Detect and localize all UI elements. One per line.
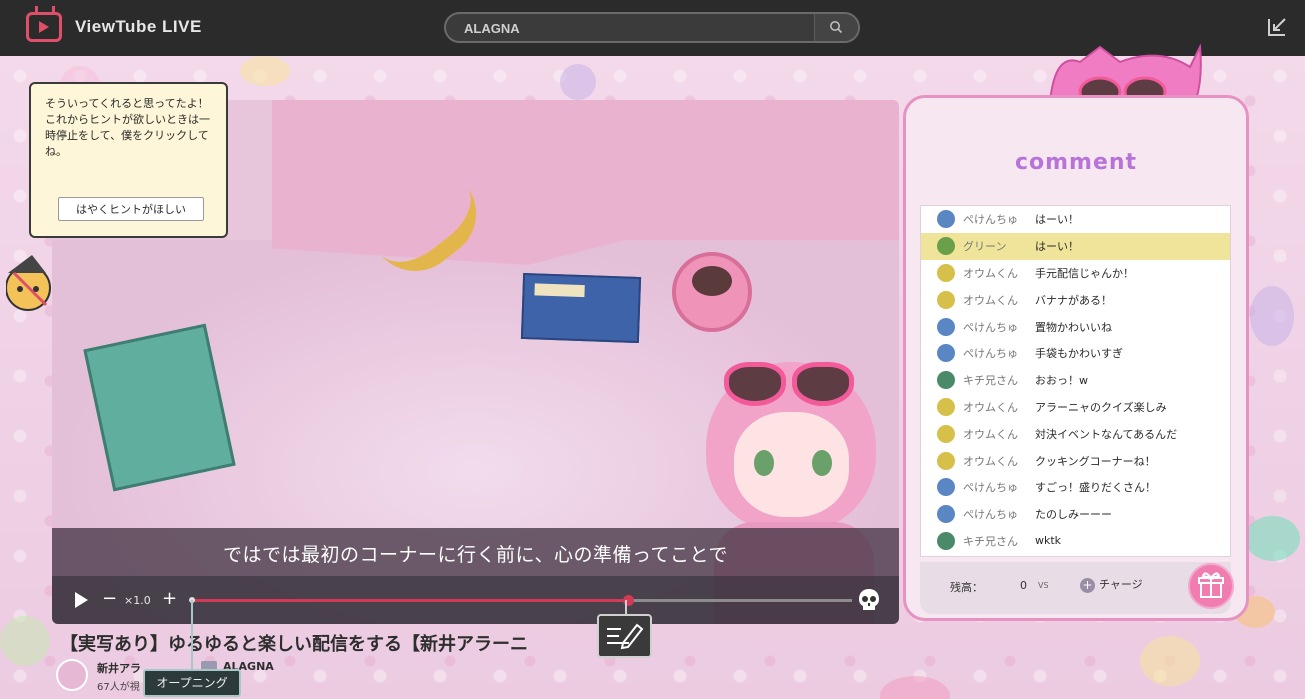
comment-user: ぺけんちゅ (963, 213, 1018, 227)
avatar[interactable] (56, 659, 88, 691)
video-title: 【実写あり】ゆるゆると楽しい配信をする【新井アラーニ (60, 634, 528, 655)
comment-row[interactable]: キチ兄さん おおっ！w (921, 367, 1230, 394)
avatar (937, 237, 955, 256)
comment-user: キチ兄さん (963, 534, 1018, 548)
playback-speed: ×1.0 (124, 594, 151, 607)
charge-label: チャージ (1099, 578, 1143, 591)
comment-row[interactable]: オウムくん アラーニャのクイズ楽しみ (921, 394, 1230, 421)
comment-header: comment (1014, 150, 1138, 175)
comment-text: おおっ！w (1035, 374, 1088, 388)
channel-name[interactable]: 新井アラ (97, 660, 147, 676)
comment-row[interactable]: ぺけんちゅ 手袋もかわいすぎ (921, 340, 1230, 367)
avatar (937, 531, 955, 550)
balance-value: 0 (1020, 579, 1027, 592)
comment-user: ぺけんちゅ (963, 508, 1018, 522)
comment-text: 置物かわいいね (1035, 320, 1112, 334)
avatar (937, 317, 955, 336)
avatar (937, 424, 955, 443)
comment-row[interactable]: オウムくん バナナがある！ (921, 286, 1230, 313)
subtitle-text: ではでは最初のコーナーに行く前に、心の準備ってことで (223, 544, 728, 566)
comment-text: バナナがある！ (1035, 293, 1112, 307)
comment-user: ぺけんちゅ (963, 347, 1018, 361)
comment-user: オウムくん (963, 454, 1018, 468)
hint-request-button[interactable]: はやくヒントがほしい (58, 197, 204, 221)
comment-text: たのしみーーー (1035, 508, 1112, 522)
wallet-bar: 残高： 0 VS + チャージ (920, 562, 1231, 614)
comment-row[interactable]: グリーン はーい！ (921, 232, 1230, 260)
comment-row[interactable]: オウムくん クッキングコーナーね！ (921, 447, 1230, 474)
comment-text: 対決イベントなんてあるんだ (1035, 427, 1178, 441)
tv-logo-icon[interactable] (26, 12, 62, 42)
scene-table (272, 100, 899, 265)
scene-cup (672, 252, 752, 332)
comment-row[interactable]: オウムくん 手元配信じゃんか！ (921, 260, 1230, 287)
plus-circle-icon: + (1080, 577, 1095, 593)
charge-button[interactable]: + チャージ (1080, 576, 1143, 593)
avatar (937, 505, 955, 524)
memo-pointer-line (625, 600, 627, 614)
chapter-tooltip: オープニング (143, 669, 241, 697)
comment-text: はーい！ (1035, 213, 1079, 227)
comment-text: wktk (1035, 534, 1062, 548)
comment-row[interactable]: ぺけんちゅ はーい！ (921, 206, 1230, 233)
avatar (937, 290, 955, 309)
comment-text: 手袋もかわいすぎ (1035, 347, 1123, 361)
comment-row[interactable]: キチ兄さん wktk (921, 528, 1230, 555)
comment-panel: comment ぺけんちゅ はーい！ グリーン はーい！ オウムくん 手元配信じゃんか！オ… (903, 95, 1249, 621)
avatar (937, 451, 955, 470)
chapter-pointer-line (191, 600, 193, 669)
skull-icon[interactable] (858, 588, 880, 612)
comment-user: グリーン (963, 240, 1007, 254)
comment-user: ぺけんちゅ (963, 320, 1018, 334)
comment-text: 手元配信じゃんか！ (1035, 266, 1134, 280)
comment-text: クッキングコーナーね！ (1035, 454, 1156, 468)
avatar (937, 371, 955, 390)
comment-text: はーい！ (1035, 240, 1079, 254)
memo-pen-icon (607, 623, 644, 650)
comment-text: アラーニャのクイズ楽しみ (1035, 400, 1167, 414)
avatar (937, 344, 955, 363)
memo-button[interactable] (597, 614, 652, 658)
player-controls: − ×1.0 + (52, 576, 899, 624)
avatar (937, 263, 955, 282)
comment-user: キチ兄さん (963, 374, 1018, 388)
comment-row[interactable]: ぺけんちゅ すごっ！盛りだくさん！ (921, 474, 1230, 501)
search-input[interactable] (464, 19, 804, 37)
exit-icon[interactable] (1266, 16, 1288, 38)
avatar (937, 478, 955, 497)
search-box (444, 12, 860, 43)
hint-mascot[interactable] (6, 243, 58, 333)
comment-user: オウムくん (963, 400, 1018, 414)
speed-down-button[interactable]: − (102, 588, 117, 609)
hint-popup: そういってくれると思ってたよ！ これからヒントが欲しいときは一時停止をして、僕を… (29, 82, 228, 238)
comment-user: ぺけんちゅ (963, 481, 1018, 495)
search-button[interactable] (814, 14, 858, 41)
comment-row[interactable]: オウムくん 対決イベントなんてあるんだ (921, 420, 1230, 447)
comment-user: オウムくん (963, 293, 1018, 307)
play-icon[interactable] (71, 590, 91, 610)
comment-user: オウムくん (963, 266, 1018, 280)
subtitle-bar: ではでは最初のコーナーに行く前に、心の準備ってことで (52, 528, 899, 576)
comment-list[interactable]: ぺけんちゅ はーい！ グリーン はーい！ オウムくん 手元配信じゃんか！ オウムくん バナナが… (920, 205, 1231, 557)
comment-text: すごっ！盛りだくさん！ (1035, 481, 1156, 495)
balance-label: 残高： (950, 581, 983, 594)
comment-row[interactable]: ぺけんちゅ たのしみーーー (921, 501, 1230, 528)
comment-row[interactable]: ぺけんちゅ 置物かわいいね (921, 313, 1230, 340)
app-title[interactable]: ViewTube LIVE (75, 17, 202, 37)
viewer-count: 67人が視 (97, 682, 140, 693)
comment-user: オウムくん (963, 427, 1018, 441)
hint-message: そういってくれると思ってたよ！ これからヒントが欲しいときは一時停止をして、僕を… (45, 97, 210, 158)
gift-icon (1198, 572, 1224, 598)
seek-progress (192, 599, 628, 602)
speed-up-button[interactable]: + (162, 588, 177, 609)
avatar (937, 210, 955, 229)
scene-snack-box (520, 272, 642, 344)
gift-button[interactable] (1188, 563, 1234, 609)
seek-bar[interactable] (189, 595, 852, 606)
balance-unit: VS (1038, 581, 1049, 590)
search-icon (830, 21, 843, 34)
avatar (937, 397, 955, 416)
